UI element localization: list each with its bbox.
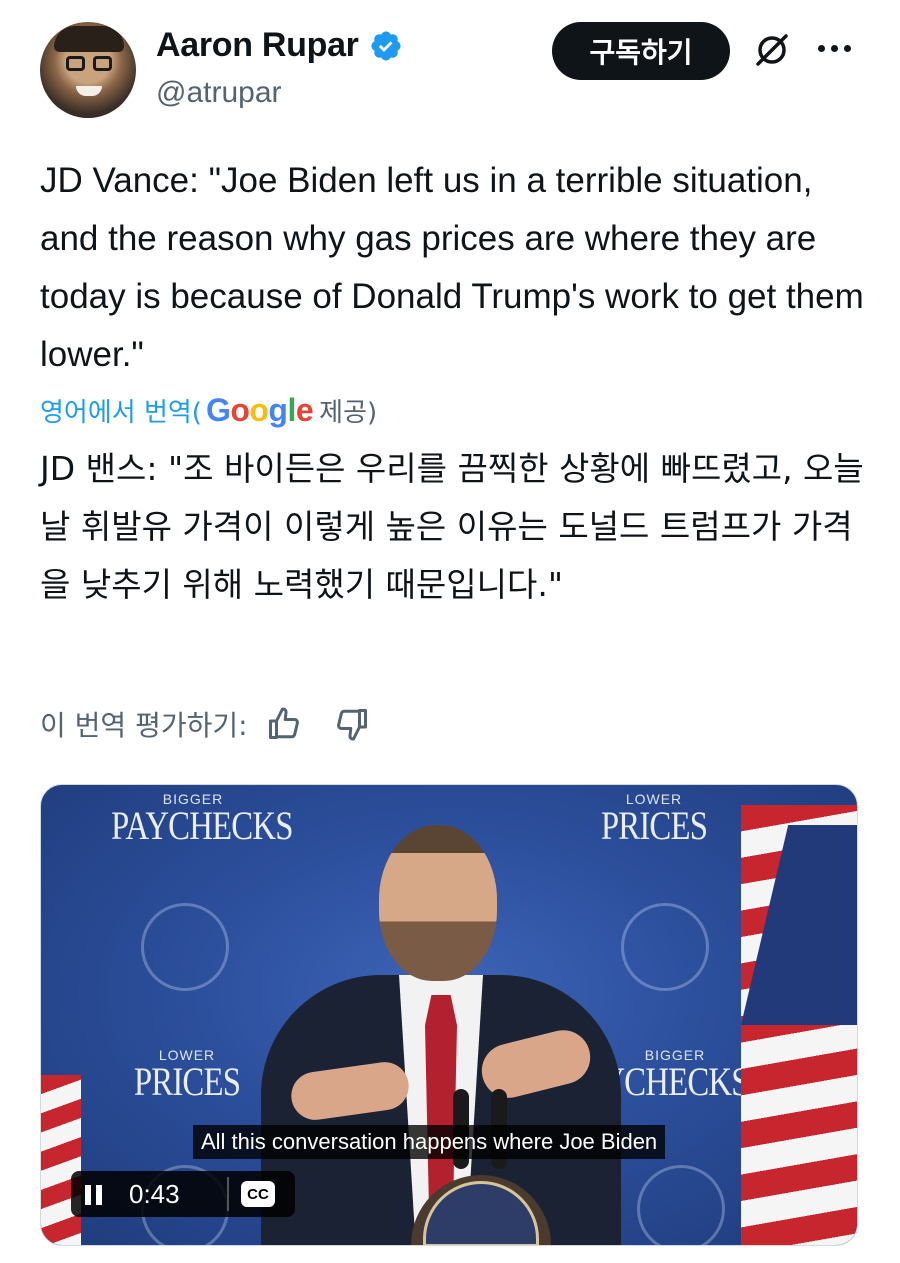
google-logo: Google [205, 392, 314, 428]
pause-icon[interactable] [85, 1185, 103, 1205]
translated-text: JD 밴스: "조 바이든은 우리를 끔찍한 상황에 빠뜨렸고, 오늘날 휘발유… [40, 449, 864, 604]
author-handle[interactable]: @atrupar [156, 76, 282, 110]
controls-divider [227, 1177, 229, 1211]
seal-icon [637, 1165, 725, 1245]
backdrop-sign: LOWER PRICES [133, 1047, 241, 1104]
verified-badge-icon [371, 30, 401, 61]
video-controls: 0:43 CC [71, 1171, 295, 1217]
rate-translation-row: 이 번역 평가하기: [40, 704, 370, 744]
thumbs-up-icon[interactable] [266, 706, 302, 742]
video-timecode: 0:43 [129, 1179, 180, 1209]
rate-translation-label: 이 번역 평가하기: [40, 709, 248, 742]
avatar[interactable] [40, 22, 136, 118]
seal-icon [141, 903, 229, 991]
subscribe-button[interactable]: 구독하기 [552, 22, 730, 80]
author-display-name[interactable]: Aaron Rupar [156, 26, 359, 65]
author-name-row[interactable]: Aaron Rupar [156, 26, 403, 65]
closed-captions-icon[interactable]: CC [241, 1181, 275, 1207]
thumbs-down-icon[interactable] [334, 706, 370, 742]
video-player[interactable]: BIGGER PAYCHECKS LOWER PRICES LOWER PRIC… [40, 784, 858, 1246]
translate-prefix[interactable]: 영어에서 번역( [40, 392, 202, 429]
more-icon[interactable] [818, 38, 858, 58]
translation-attribution[interactable]: 영어에서 번역( Google 제공) [40, 392, 377, 429]
tweet-text: JD Vance: "Joe Biden left us in a terrib… [40, 161, 864, 374]
translate-suffix: 제공) [319, 398, 378, 428]
tweet-header: Aaron Rupar @atrupar 구독하기 [0, 0, 900, 130]
seal-icon [621, 903, 709, 991]
grok-icon[interactable] [752, 30, 792, 70]
american-flag [741, 805, 857, 1245]
flag-left [41, 1075, 81, 1245]
video-caption: All this conversation happens where Joe … [193, 1125, 666, 1159]
